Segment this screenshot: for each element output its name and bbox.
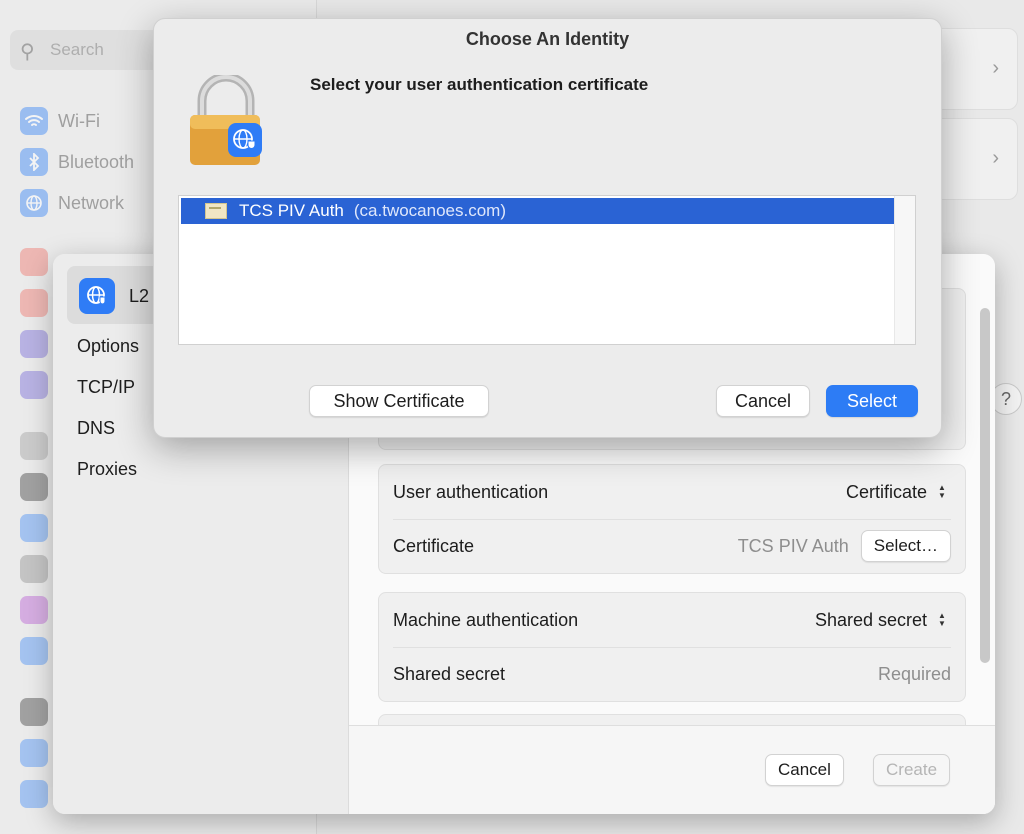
- user-auth-value: Certificate: [845, 481, 927, 502]
- displays-icon: [20, 739, 48, 767]
- shared-secret-label: Shared secret: [393, 663, 506, 684]
- updown-chevron-icon: ▲ ▼: [938, 611, 946, 628]
- appearance-icon: [20, 473, 48, 501]
- list-scroll-rail[interactable]: [894, 196, 915, 344]
- sidebar-item-label: Bluetooth: [58, 151, 135, 172]
- machine-auth-group: Machine authentication Shared secret ▲ ▼ …: [378, 592, 966, 702]
- dialog-cancel-button[interactable]: Cancel: [716, 385, 810, 417]
- scrollbar[interactable]: [980, 308, 990, 663]
- shared-secret-field[interactable]: Required: [878, 664, 951, 685]
- desktop-dock-icon: [20, 698, 48, 726]
- certificate-name: TCS PIV Auth: [239, 201, 344, 220]
- certificate-row: Certificate TCS PIV Auth Select…: [379, 519, 965, 573]
- machine-auth-row: Machine authentication Shared secret ▲ ▼: [379, 593, 965, 647]
- sidebar-item-label: Network: [58, 192, 125, 213]
- dialog-select-button[interactable]: Select: [826, 385, 918, 417]
- machine-auth-popup[interactable]: Shared secret ▲ ▼: [815, 609, 951, 631]
- wallpaper-icon: [20, 780, 48, 808]
- lock-icon: [190, 75, 262, 165]
- certificate-select-button[interactable]: Select…: [860, 530, 951, 562]
- nav-dns[interactable]: DNS: [77, 418, 115, 439]
- bluetooth-icon: [20, 148, 48, 176]
- chevron-right-icon: ›: [992, 147, 999, 169]
- sidebar-item-label: Wi-Fi: [58, 110, 100, 131]
- nav-tcpip[interactable]: TCP/IP: [77, 377, 135, 398]
- shared-secret-row: Shared secret Required: [379, 647, 965, 701]
- certificate-list-item[interactable]: TCS PIV Auth (ca.twocanoes.com): [181, 198, 895, 224]
- user-auth-label: User authentication: [393, 481, 549, 502]
- certificate-value: TCS PIV Auth: [737, 535, 849, 556]
- updown-chevron-icon: ▲ ▼: [938, 483, 946, 500]
- sheet-create-button[interactable]: Create: [873, 754, 951, 786]
- user-auth-row: User authentication Certificate ▲ ▼: [379, 465, 965, 519]
- siri-icon: [20, 596, 48, 624]
- wifi-icon: [20, 107, 48, 135]
- privacy-icon: [20, 637, 48, 665]
- auth-group: User authentication Certificate ▲ ▼ Certi…: [378, 464, 966, 574]
- certificate-label: Certificate: [393, 535, 475, 556]
- vpn-name: L2: [129, 286, 150, 306]
- screen-time-icon: [20, 371, 48, 399]
- general-icon: [20, 432, 48, 460]
- sidebar-item-bluetooth[interactable]: Bluetooth: [20, 147, 134, 177]
- machine-auth-label: Machine authentication: [393, 609, 579, 630]
- dialog-prompt: Select your user authentication certific…: [310, 75, 649, 94]
- chevron-right-icon: ›: [992, 57, 999, 79]
- nav-options[interactable]: Options: [77, 336, 139, 357]
- search-placeholder: Search: [50, 40, 104, 59]
- dialog-title: Choose An Identity: [465, 29, 630, 49]
- certificate-issuer: (ca.twocanoes.com): [353, 201, 507, 220]
- notifications-icon: [20, 248, 48, 276]
- machine-auth-value: Shared secret: [814, 609, 927, 630]
- control-center-icon: [20, 555, 48, 583]
- sound-icon: [20, 289, 48, 317]
- sidebar-item-wifi[interactable]: Wi-Fi: [20, 106, 100, 136]
- sheet-cancel-button[interactable]: Cancel: [765, 754, 844, 786]
- vpn-globe-icon: [79, 278, 115, 314]
- user-auth-popup[interactable]: Certificate ▲ ▼: [846, 481, 951, 503]
- choose-identity-dialog: Choose An Identity Select your user auth…: [153, 18, 942, 438]
- search-icon: ⚲: [20, 41, 35, 63]
- certificate-icon: [205, 203, 227, 219]
- certificate-list[interactable]: TCS PIV Auth (ca.twocanoes.com): [178, 195, 916, 345]
- focus-icon: [20, 330, 48, 358]
- sidebar-item-network[interactable]: Network: [20, 188, 124, 218]
- accessibility-icon: [20, 514, 48, 542]
- show-certificate-button[interactable]: Show Certificate: [309, 385, 489, 417]
- globe-icon: [20, 189, 48, 217]
- nav-proxies[interactable]: Proxies: [77, 459, 137, 480]
